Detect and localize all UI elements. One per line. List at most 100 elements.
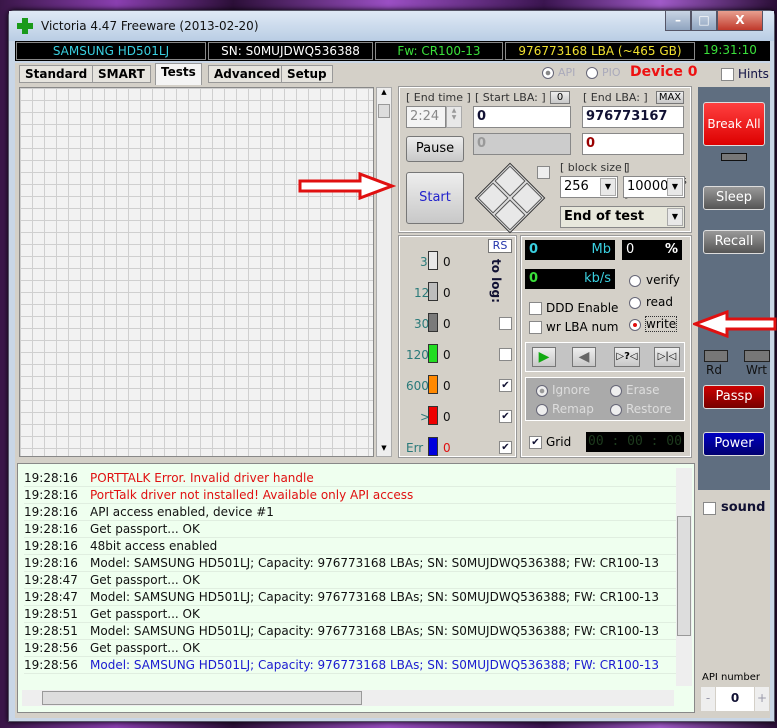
- end-lba-max-button[interactable]: MAX: [656, 91, 684, 104]
- to-log-checkbox[interactable]: ✔: [499, 441, 512, 454]
- grid-scrollbar[interactable]: ▲ ▼: [376, 87, 392, 457]
- to-log-checkbox[interactable]: ✔: [499, 410, 512, 423]
- to-log-checkbox[interactable]: ✔: [499, 379, 512, 392]
- reset-counters-button[interactable]: RS: [488, 239, 512, 253]
- end-time-field[interactable]: 2:24: [406, 106, 446, 128]
- drive-model: SAMSUNG HD501LJ: [16, 42, 206, 60]
- end-action-select[interactable]: End of test ▼: [560, 206, 685, 228]
- erase-label: Erase: [626, 383, 660, 397]
- tab-setup[interactable]: Setup: [281, 65, 333, 83]
- restore-label: Restore: [626, 402, 672, 416]
- sound-checkbox[interactable]: [703, 502, 716, 515]
- log-time: 19:28:16: [24, 522, 78, 536]
- to-log-checkbox[interactable]: [499, 348, 512, 361]
- erase-radio[interactable]: [610, 385, 622, 397]
- play-forward-button[interactable]: ▶: [532, 347, 556, 367]
- log-hscroll-thumb[interactable]: [42, 691, 362, 705]
- api-radio[interactable]: [542, 67, 554, 79]
- elapsed-timer: 00 : 00 : 00: [586, 432, 684, 452]
- log-entry: 19:28:51 Get passport... OK: [24, 606, 679, 623]
- hints-checkbox[interactable]: [721, 68, 734, 81]
- write-label: write: [644, 316, 678, 332]
- drive-serial: SN: S0MUJDWQ536388: [208, 42, 373, 60]
- counter-swatch: [428, 344, 438, 363]
- api-number-field[interactable]: 0: [716, 687, 754, 711]
- direction-pad[interactable]: [474, 162, 546, 234]
- scroll-thumb[interactable]: [378, 104, 390, 118]
- go-end-button[interactable]: ▷|◁: [654, 347, 680, 367]
- verify-radio[interactable]: [629, 275, 641, 287]
- start-button[interactable]: Start: [406, 172, 464, 224]
- ddd-enable-checkbox[interactable]: [529, 302, 542, 315]
- counter-label: 3: [420, 255, 428, 269]
- hints-label: Hints: [738, 67, 769, 81]
- wr-lba-checkbox[interactable]: [529, 321, 542, 334]
- scroll-up-icon[interactable]: ▲: [377, 88, 391, 100]
- victoria-window: Victoria 4.47 Freeware (2013-02-20) – □ …: [8, 10, 775, 722]
- counter-value: 0: [443, 410, 451, 424]
- tab-standard[interactable]: Standard: [19, 65, 94, 83]
- log-entry: 19:28:47 Get passport... OK: [24, 572, 679, 589]
- sound-area: sound API number - 0 +: [698, 490, 770, 718]
- counter-swatch: [428, 406, 438, 425]
- maximize-button[interactable]: □: [691, 11, 717, 31]
- play-backward-button[interactable]: ◀: [572, 347, 596, 367]
- log-text: Model: SAMSUNG HD501LJ; Capacity: 976773…: [90, 624, 659, 638]
- stats-panel: 0 Mb 0% 0 kb/s verify read write DDD Enabl…: [520, 235, 692, 458]
- end-time-spinner[interactable]: ▲ ▼: [446, 106, 462, 128]
- start-lba-field[interactable]: 0: [473, 106, 571, 128]
- counter-value: 0: [443, 286, 451, 300]
- chevron-down-icon[interactable]: ▼: [667, 178, 683, 196]
- pio-radio[interactable]: [586, 67, 598, 79]
- ddd-enable-label: DDD Enable: [546, 301, 619, 315]
- close-button[interactable]: X: [717, 11, 763, 31]
- remap-radio[interactable]: [536, 404, 548, 416]
- read-radio[interactable]: [629, 297, 641, 309]
- butterfly-check-button[interactable]: ▷?◁: [614, 347, 640, 367]
- counters-panel: RS to log: 3 0 12 0 30 0 120 0 600 0 ✔ >0 ✔ Err 0 ✔: [398, 235, 517, 458]
- pause-button[interactable]: Pause: [406, 136, 464, 162]
- break-all-button[interactable]: Break All: [703, 102, 765, 146]
- start-lba-zero-button[interactable]: 0: [550, 91, 570, 104]
- annotation-arrow-right: [298, 172, 396, 200]
- tab-smart[interactable]: SMART: [92, 65, 151, 83]
- log-vertical-scrollbar[interactable]: [676, 468, 692, 686]
- passport-button[interactable]: Passp: [703, 385, 765, 409]
- power-button[interactable]: Power: [703, 432, 765, 456]
- to-log-checkbox[interactable]: [499, 317, 512, 330]
- read-label: read: [646, 295, 674, 309]
- log-entry: 19:28:16 Model: SAMSUNG HD501LJ; Capacity…: [24, 555, 679, 572]
- block-size-select[interactable]: 256 ▼: [560, 176, 618, 198]
- drive-firmware: Fw: CR100-13: [375, 42, 503, 60]
- log-entry: 19:28:16 48bit access enabled: [24, 538, 679, 555]
- minimize-button[interactable]: –: [665, 11, 691, 31]
- log-scroll-thumb[interactable]: [677, 516, 691, 636]
- end-lba-field[interactable]: 976773167: [582, 106, 684, 128]
- chevron-down-icon[interactable]: ▼: [667, 208, 683, 226]
- direction-checkbox[interactable]: [537, 166, 550, 179]
- tab-advanced[interactable]: Advanced: [208, 65, 287, 83]
- log-time: 19:28:51: [24, 607, 78, 621]
- timeout-select[interactable]: 10000 ▼: [623, 176, 685, 198]
- log-text: Get passport... OK: [90, 573, 200, 587]
- log-horizontal-scrollbar[interactable]: [22, 690, 674, 706]
- speed-display: 0 kb/s: [525, 269, 615, 289]
- sleep-button[interactable]: Sleep: [703, 186, 765, 210]
- restore-radio[interactable]: [610, 404, 622, 416]
- ignore-radio[interactable]: [536, 385, 548, 397]
- scroll-down-icon[interactable]: ▼: [377, 444, 391, 456]
- api-number-plus[interactable]: +: [755, 687, 769, 711]
- log-text: API access enabled, device #1: [90, 505, 274, 519]
- write-radio[interactable]: [629, 319, 641, 331]
- chevron-down-icon[interactable]: ▼: [600, 178, 616, 196]
- grid-checkbox[interactable]: ✔: [529, 436, 542, 449]
- drive-info-bar: SAMSUNG HD501LJ SN: S0MUJDWQ536388 Fw: C…: [15, 41, 770, 61]
- drive-capacity: 976773168 LBA (~465 GB): [505, 42, 695, 60]
- recall-button[interactable]: Recall: [703, 230, 765, 254]
- mb-display: 0 Mb: [525, 240, 615, 260]
- counter-value: 0: [443, 379, 451, 393]
- log-text: Model: SAMSUNG HD501LJ; Capacity: 976773…: [90, 590, 659, 604]
- api-number-minus[interactable]: -: [701, 687, 715, 711]
- title-bar[interactable]: Victoria 4.47 Freeware (2013-02-20) – □ …: [9, 11, 774, 41]
- tab-tests[interactable]: Tests: [155, 63, 202, 85]
